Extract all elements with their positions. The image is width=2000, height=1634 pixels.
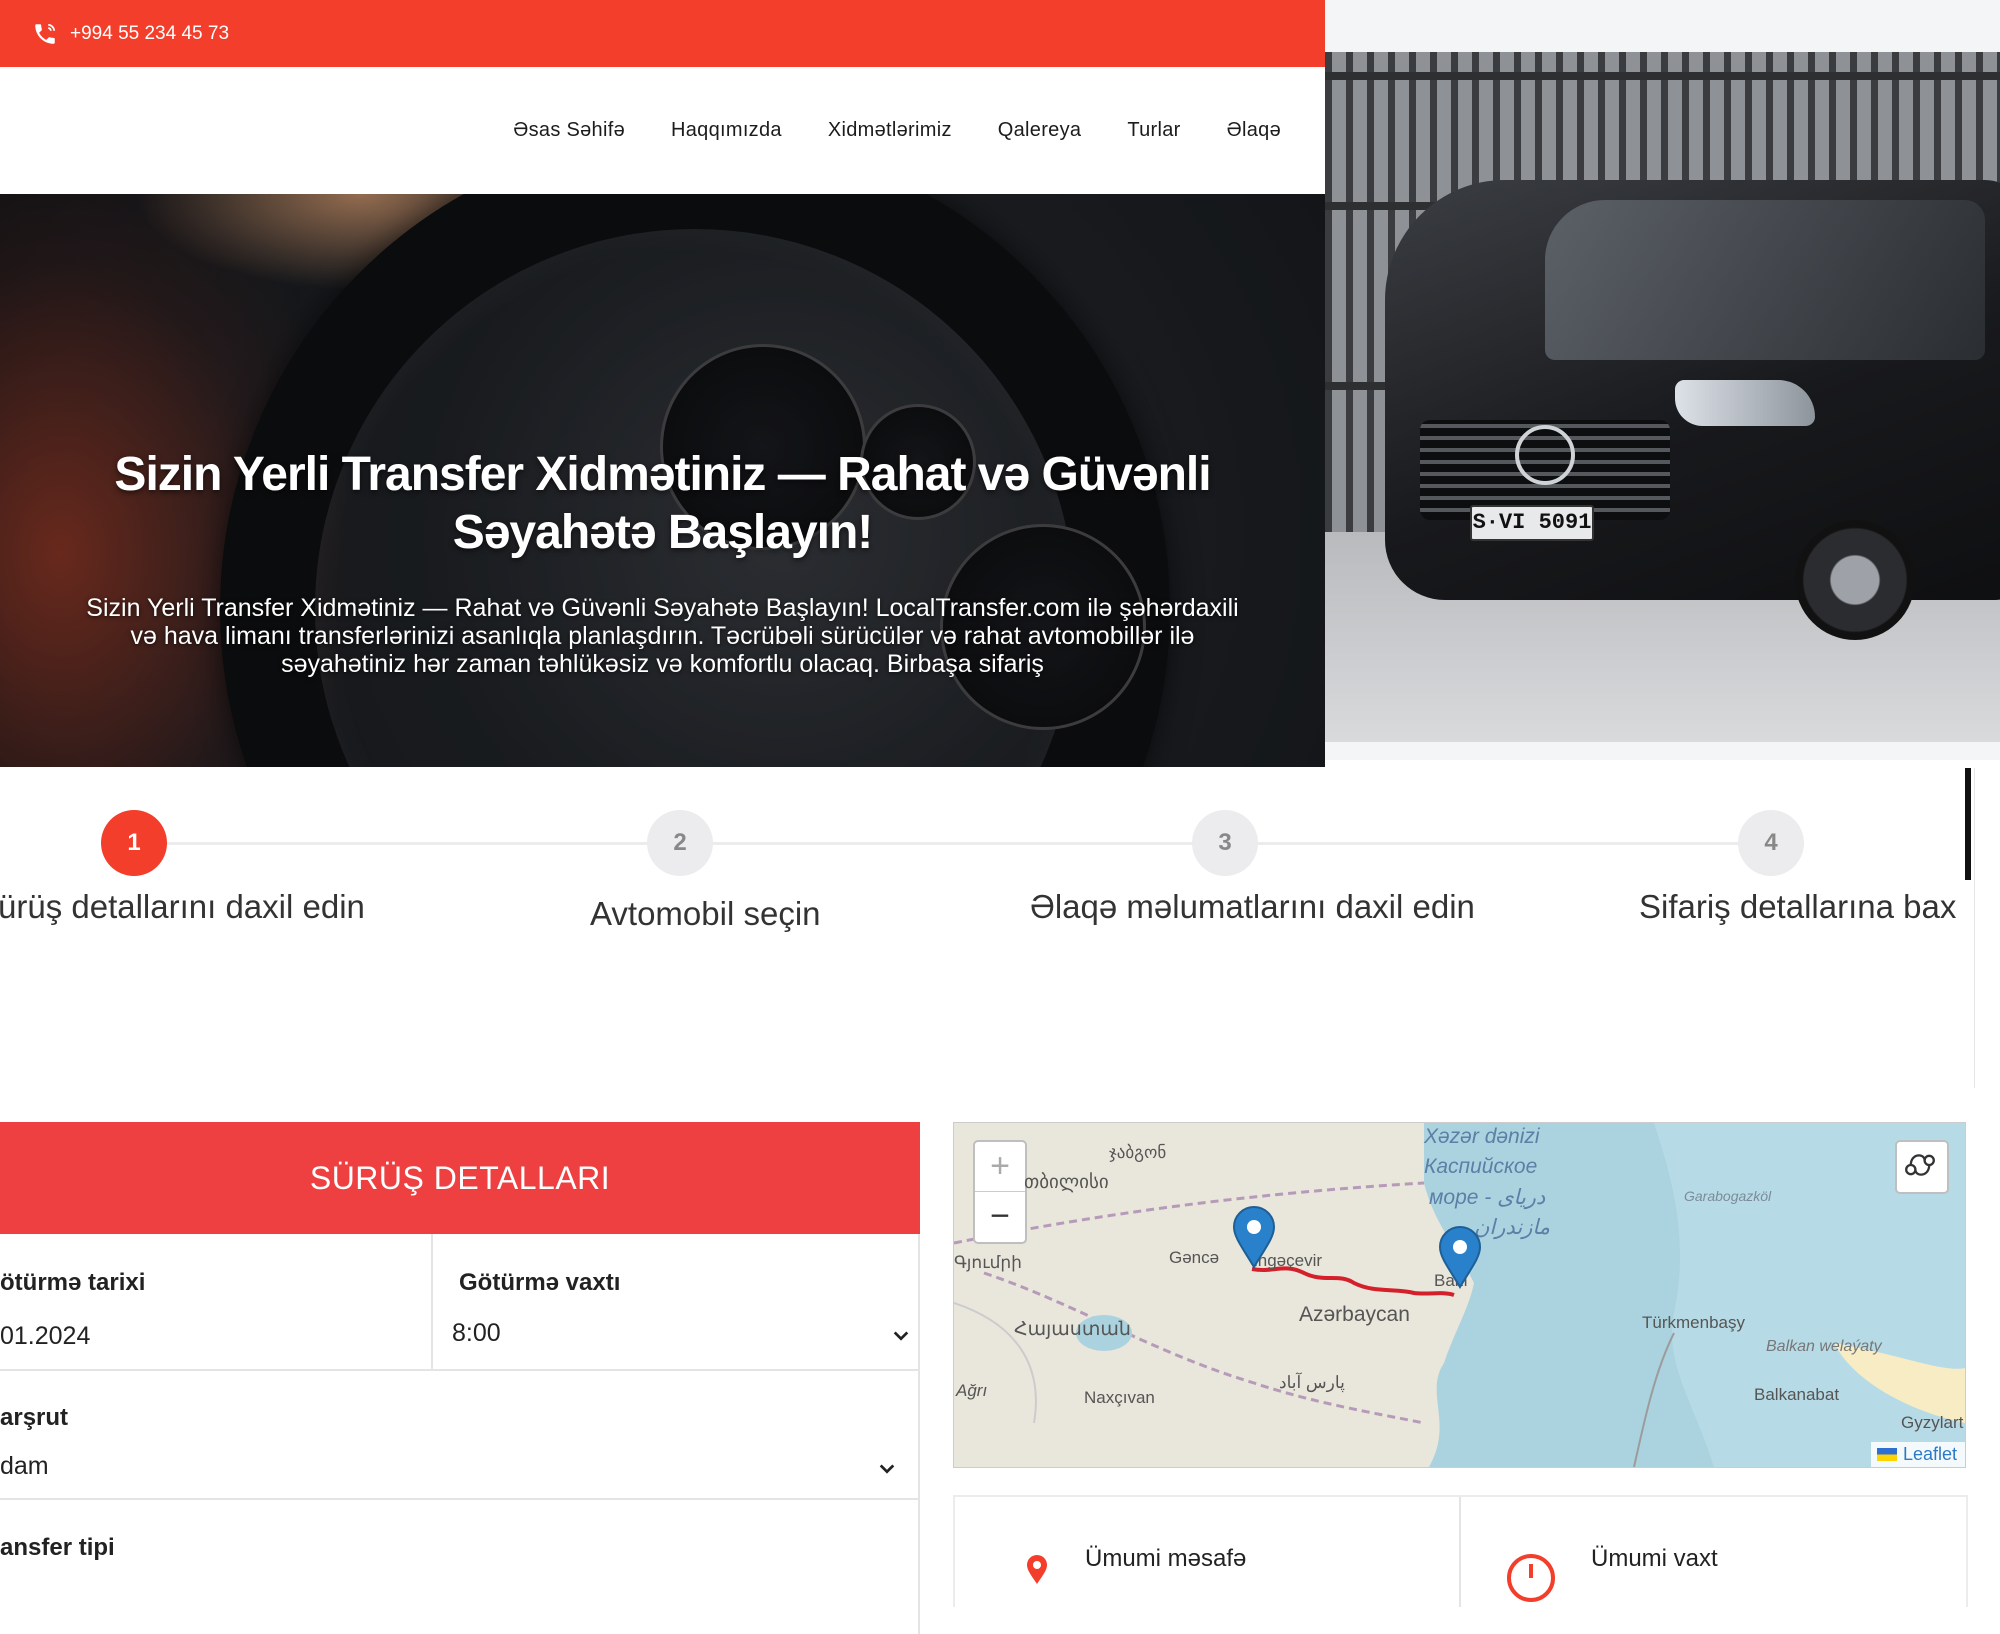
- nav-item-services[interactable]: Xidmətlərimiz: [828, 119, 952, 142]
- map-label-caspian-ru2: море - دریای: [1429, 1186, 1546, 1209]
- divider: [1974, 768, 1975, 1088]
- pickup-time-select[interactable]: 8:00: [452, 1319, 912, 1355]
- side-scroll-indicator: [1965, 768, 1971, 880]
- nav-item-about[interactable]: Haqqımızda: [671, 119, 782, 142]
- map-label-balkan: Balkan welaýaty: [1766, 1338, 1882, 1355]
- step-1-indicator[interactable]: 1: [101, 810, 167, 876]
- pickup-date-label: ötürmə tarixi: [0, 1269, 146, 1296]
- routing-toggle-button[interactable]: [1895, 1140, 1949, 1194]
- route-stats: Ümumi məsafə Ümumi vaxt: [953, 1495, 1968, 1607]
- hero-banner: Sizin Yerli Transfer Xidmətiniz — Rahat …: [0, 194, 1325, 767]
- ride-details-title: SÜRÜŞ DETALLARI: [309, 1159, 611, 1196]
- hero-description-line: səyahətiniz hər zaman təhlükəsiz və komf…: [281, 650, 1044, 678]
- map-attribution[interactable]: Leaflet: [1870, 1442, 1965, 1467]
- route-label: arşrut: [0, 1404, 69, 1431]
- chevron-down-icon: [879, 1464, 895, 1474]
- ukraine-flag-icon: [1876, 1448, 1897, 1461]
- map-label-caspian-fa: مازندران: [1474, 1216, 1551, 1239]
- main-navigation: Əsas Səhifə Haqqımızda Xidmətlərimiz Qal…: [0, 67, 1325, 194]
- ride-details-form: ötürmə tarixi 01.2024 Götürmə vaxtı 8:00…: [0, 1234, 920, 1634]
- location-pin-icon: [1027, 1555, 1047, 1584]
- total-time-label: Ümumi vaxt: [1591, 1545, 1718, 1572]
- pickup-time-label: Götürmə vaxtı: [459, 1269, 621, 1296]
- map-label-gyzylart: Gyzylart: [1901, 1413, 1964, 1432]
- map-label-pars-abad: پارس آباد: [1279, 1373, 1345, 1392]
- destination-marker-icon[interactable]: [1438, 1225, 1482, 1289]
- map-label-turkmenbasy: Türkmenbaşy: [1642, 1313, 1745, 1332]
- route-map[interactable]: + − თბილისი ჯაბგონ Գյումրի Gəncə ingəçev…: [953, 1122, 1966, 1468]
- nav-item-gallery[interactable]: Qalereya: [998, 119, 1082, 142]
- map-label-jabgon: ჯაბგონ: [1109, 1143, 1167, 1162]
- nav-item-home[interactable]: Əsas Səhifə: [513, 119, 625, 142]
- van-wheel: [1795, 520, 1915, 640]
- hero-description-line: və hava limanı transferlərinizi asanlıql…: [130, 622, 1195, 650]
- van-image: S·VI 5091: [1325, 0, 2000, 760]
- map-label-balkanabat: Balkanabat: [1754, 1385, 1840, 1404]
- map-label-tbilisi: თბილისი: [1024, 1172, 1109, 1193]
- map-label-azerbaijan: Azərbaycan: [1299, 1303, 1410, 1326]
- map-label-naxcivan: Naxçıvan: [1084, 1388, 1155, 1407]
- map-label-agri: Ağrı: [956, 1381, 988, 1400]
- step-1-label: ürüş detallarını daxil edin: [0, 888, 365, 925]
- hero-title-line: Səyahətə Başlayın!: [452, 506, 874, 559]
- map-label-caspian-az: Xəzər dənizi: [1424, 1125, 1540, 1148]
- pickup-time-value: 8:00: [452, 1319, 501, 1347]
- total-distance-label: Ümumi məsafə: [1085, 1545, 1247, 1572]
- ride-details-header: SÜRÜŞ DETALLARI: [0, 1122, 920, 1234]
- route-icon: [1905, 1154, 1935, 1176]
- zoom-controls: + −: [973, 1140, 1027, 1244]
- van-windshield: [1545, 200, 1985, 360]
- van-headlight: [1675, 380, 1815, 426]
- leaflet-link[interactable]: Leaflet: [1903, 1444, 1957, 1465]
- step-2-indicator[interactable]: 2: [647, 810, 713, 876]
- phone-icon: [35, 23, 56, 44]
- transfer-type-label: ansfer tipi: [0, 1534, 115, 1561]
- origin-marker-icon[interactable]: [1232, 1205, 1276, 1269]
- step-3-label: Əlaqə məlumatlarını daxil edin: [1030, 888, 1475, 925]
- phone-contact[interactable]: +994 55 234 45 73: [32, 0, 229, 67]
- step-3-indicator[interactable]: 3: [1192, 810, 1258, 876]
- route-select[interactable]: dam: [0, 1452, 900, 1488]
- step-4-indicator[interactable]: 4: [1738, 810, 1804, 876]
- map-label-caspian-ru: Каспийское: [1424, 1155, 1538, 1178]
- hero-title-line: Sizin Yerli Transfer Xidmətiniz — Rahat …: [114, 448, 1211, 501]
- zoom-in-button[interactable]: +: [975, 1142, 1025, 1192]
- steps-progress-line: [135, 842, 1770, 845]
- map-label-armenia: Հայաստան: [1014, 1319, 1131, 1340]
- map-label-gyumri: Գյումրի: [954, 1253, 1022, 1272]
- van-logo: [1515, 425, 1575, 485]
- zoom-out-button[interactable]: −: [975, 1192, 1025, 1241]
- top-contact-bar: +994 55 234 45 73: [0, 0, 1325, 67]
- pickup-date-input[interactable]: 01.2024: [0, 1322, 90, 1351]
- map-label-garabogazkol: Garabogazköl: [1684, 1188, 1772, 1204]
- map-label-ganca: Gəncə: [1169, 1248, 1220, 1267]
- clock-icon: [1507, 1554, 1555, 1602]
- nav-item-tours[interactable]: Turlar: [1127, 119, 1180, 142]
- nav-item-contact[interactable]: Əlaqə: [1227, 119, 1281, 142]
- license-plate: S·VI 5091: [1470, 505, 1594, 541]
- hero-description-line: Sizin Yerli Transfer Xidmətiniz — Rahat …: [86, 594, 1239, 622]
- chevron-down-icon: [893, 1331, 909, 1341]
- route-value: dam: [0, 1452, 49, 1480]
- step-2-label: Avtomobil seçin: [590, 895, 821, 932]
- hero-description: Sizin Yerli Transfer Xidmətiniz — Rahat …: [0, 594, 1325, 678]
- hero-title: Sizin Yerli Transfer Xidmətiniz — Rahat …: [50, 446, 1275, 562]
- phone-number[interactable]: +994 55 234 45 73: [70, 23, 229, 45]
- step-4-label: Sifariş detallarına bax: [1639, 888, 1957, 925]
